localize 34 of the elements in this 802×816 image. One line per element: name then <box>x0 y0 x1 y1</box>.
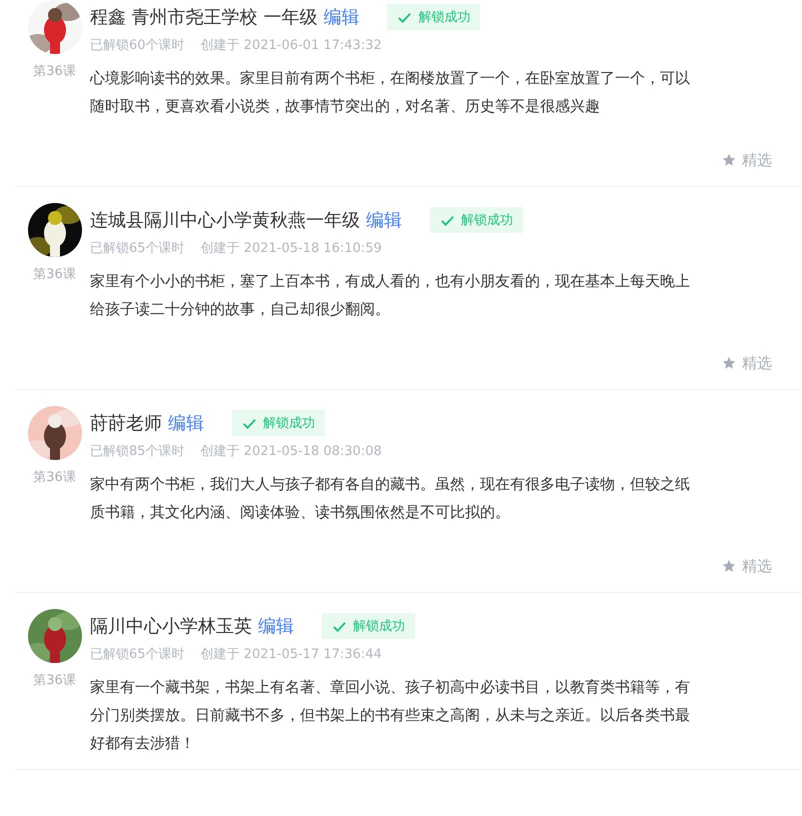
created-time: 创建于 2021-05-17 17:36:44 <box>200 646 382 663</box>
status-text: 解锁成功 <box>418 9 470 26</box>
star-icon <box>722 153 736 167</box>
created-time: 创建于 2021-06-01 17:43:32 <box>200 37 382 54</box>
unlocked-count: 已解锁65个课时 <box>90 240 185 257</box>
featured-button[interactable]: 精选 <box>722 146 772 174</box>
unlocked-count: 已解锁85个课时 <box>90 443 185 460</box>
edit-link[interactable]: 编辑 <box>258 614 294 638</box>
created-time: 创建于 2021-05-18 16:10:59 <box>200 240 382 257</box>
unlocked-count: 已解锁65个课时 <box>90 646 185 663</box>
author-name: 莳莳老师 <box>90 412 162 435</box>
edit-link[interactable]: 编辑 <box>323 5 360 29</box>
post-text: 心境影响读书的效果。家里目前有两个书柜，在阁楼放置了一个，在卧室放置了一个，可以随时取书，更喜欢看小说类，故事情节突出的，对名著、历史等不是很感兴趣 <box>90 68 690 117</box>
status-text: 解锁成功 <box>263 415 315 432</box>
edit-link[interactable]: 编辑 <box>366 208 402 232</box>
lesson-label: 第36课 <box>33 672 76 689</box>
star-icon <box>722 356 736 370</box>
featured-button[interactable]: 精选 <box>722 552 772 580</box>
post-text: 家里有个小小的书柜，塞了上百本书，有成人看的，也有小朋友看的，现在基本上每天晚上给孩子读二十分钟的故事，自己却很少翻阅。 <box>90 271 690 320</box>
edit-link[interactable]: 编辑 <box>168 411 204 435</box>
unlocked-count: 已解锁60个课时 <box>90 37 185 54</box>
status-text: 解锁成功 <box>461 212 513 229</box>
status-text: 解锁成功 <box>353 618 405 635</box>
post-text: 家中有两个书柜，我们大人与孩子都有各自的藏书。虽然，现在有很多电子读物，但较之纸质书籍，其文化内涵、阅读体验、读书氛围依然是不可比拟的。 <box>90 474 690 523</box>
lesson-label: 第36课 <box>33 63 76 80</box>
author-name: 连城县隔川中心小学黄秋燕一年级 <box>90 209 360 232</box>
featured-button[interactable]: 精选 <box>722 349 772 377</box>
lesson-label: 第36课 <box>33 266 76 283</box>
star-icon <box>722 559 736 573</box>
author-name: 隔川中心小学林玉英 <box>90 615 252 638</box>
lesson-label: 第36课 <box>33 469 76 486</box>
post-text: 家里有一个藏书架，书架上有名著、章回小说、孩子初高中必读书目，以教育类书籍等，有分门别类摆放。日前藏书不多，但书架上的书有些束之高阁，从未与之亲近。以后各类书最好都有去涉猎！ <box>90 677 690 754</box>
created-time: 创建于 2021-05-18 08:30:08 <box>200 443 382 460</box>
author-name: 程鑫 青州市尧王学校 一年级 <box>90 6 318 29</box>
